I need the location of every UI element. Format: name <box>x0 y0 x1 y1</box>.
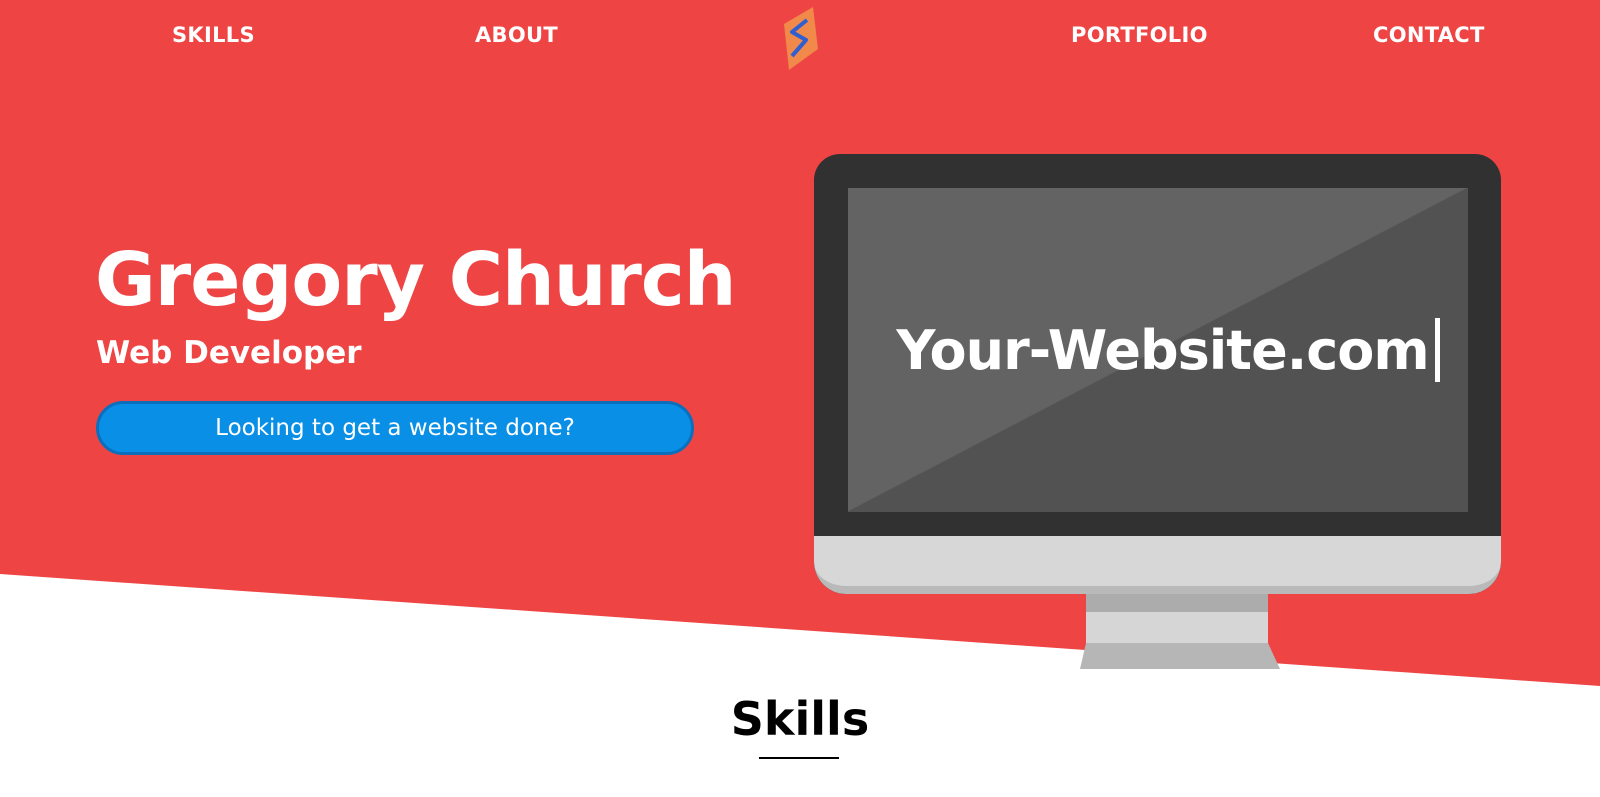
monitor-stand <box>1086 594 1268 646</box>
skills-section-title: Skills <box>730 692 870 746</box>
nav-about-link[interactable]: ABOUT <box>475 23 558 47</box>
cta-button[interactable]: Looking to get a website done? <box>96 401 694 455</box>
skills-title-underline <box>759 757 839 759</box>
hero-role: Web Developer <box>96 335 362 371</box>
monitor-chin <box>814 536 1501 594</box>
monitor-illustration: Your-Website.com <box>814 154 1501 594</box>
nav-contact-link[interactable]: CONTACT <box>1373 23 1485 47</box>
typing-cursor <box>1434 318 1440 382</box>
bracket-s-logo-icon[interactable] <box>778 4 822 70</box>
monitor-screen: Your-Website.com <box>848 188 1468 512</box>
monitor-stand-base <box>1080 643 1280 669</box>
monitor-website-text: Your-Website.com <box>896 318 1429 382</box>
nav-portfolio-link[interactable]: PORTFOLIO <box>1071 23 1208 47</box>
monitor-screen-text-wrap: Your-Website.com <box>848 188 1468 512</box>
nav-skills-link[interactable]: SKILLS <box>172 23 255 47</box>
hero-name: Gregory Church <box>95 237 736 323</box>
